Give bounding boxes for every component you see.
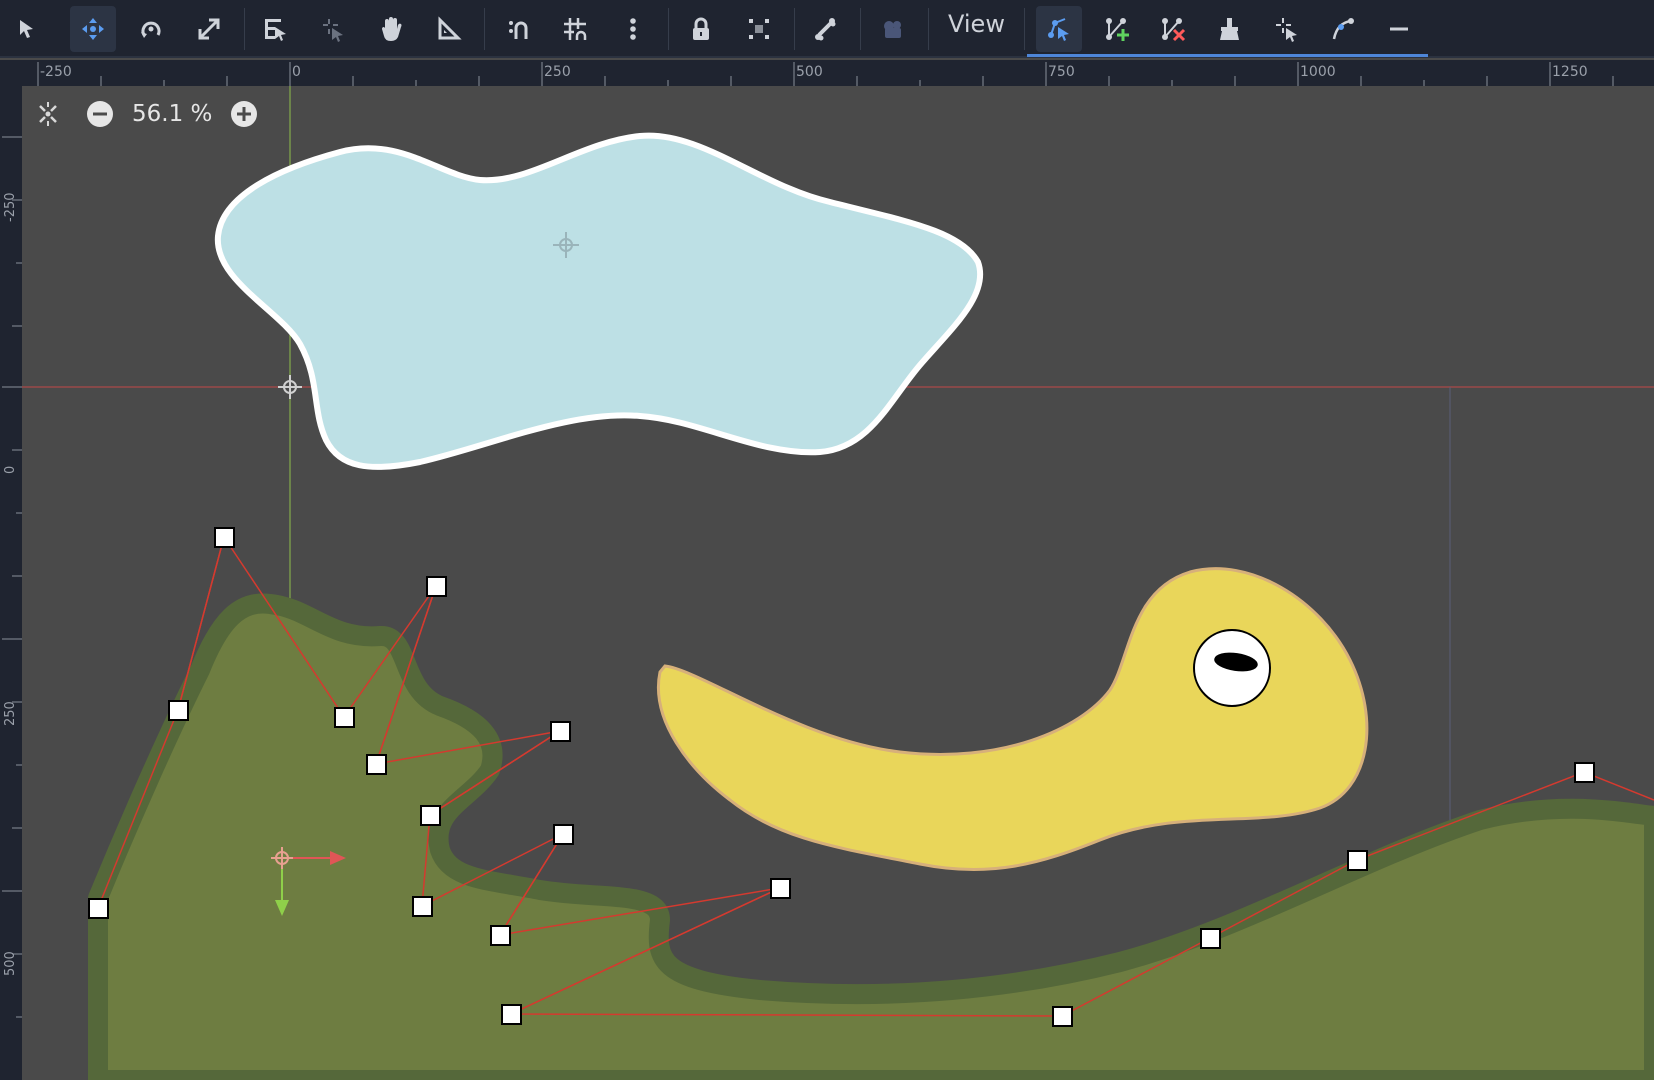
ruler-label: -250 xyxy=(3,192,18,222)
vertex-handle[interactable] xyxy=(88,898,109,919)
edit-ik-icon xyxy=(1220,18,1239,40)
create-points-icon xyxy=(1106,18,1129,41)
edit-ik-button[interactable] xyxy=(1206,6,1252,52)
center-view-icon xyxy=(39,102,57,126)
lock-button[interactable] xyxy=(678,6,724,52)
view-menu[interactable]: View xyxy=(948,10,1005,38)
select-icon xyxy=(20,20,33,38)
list-select-icon xyxy=(265,19,286,41)
curve-icon xyxy=(1332,18,1354,40)
editor-toolbar: View xyxy=(0,0,1654,58)
more-options-button[interactable] xyxy=(610,6,656,52)
ruler-label: 0 xyxy=(3,465,18,474)
horizontal-ruler[interactable]: -250 0 250 500 750 1000 1250 xyxy=(0,60,1654,86)
vertex-handle[interactable] xyxy=(426,576,447,597)
ruler-label: 750 xyxy=(1048,64,1075,80)
collapse-button[interactable] xyxy=(1376,6,1422,52)
scale-mode-button[interactable] xyxy=(186,6,232,52)
ruler-label: 500 xyxy=(796,64,823,80)
minus-icon xyxy=(1390,27,1408,31)
pan-icon xyxy=(382,17,402,41)
delete-points-icon xyxy=(1162,18,1186,42)
origin-pivot-icon[interactable] xyxy=(278,375,302,399)
select-points-icon xyxy=(1048,18,1069,41)
create-points-button[interactable] xyxy=(1094,6,1140,52)
select-point-button[interactable] xyxy=(1264,6,1310,52)
pivot-icon xyxy=(323,19,343,42)
vertical-ruler[interactable]: -250 0 250 500 xyxy=(0,86,22,1080)
move-icon xyxy=(82,18,104,40)
group-icon xyxy=(749,19,769,39)
ruler-label: 250 xyxy=(3,701,18,726)
ruler-label: 0 xyxy=(292,64,301,80)
scale-icon xyxy=(198,18,220,40)
vertex-handle[interactable] xyxy=(1574,762,1595,783)
lock-icon xyxy=(693,17,709,40)
select-mode-button[interactable] xyxy=(4,6,50,52)
viewport-canvas[interactable] xyxy=(22,86,1654,1080)
select-points-button[interactable] xyxy=(1036,6,1082,52)
vertex-handle[interactable] xyxy=(550,721,571,742)
ruler-label: -250 xyxy=(40,64,72,80)
ruler-label: 500 xyxy=(3,951,18,976)
zoom-reset-button[interactable] xyxy=(30,96,66,132)
list-select-button[interactable] xyxy=(252,6,298,52)
vertex-handle[interactable] xyxy=(214,527,235,548)
ruler-mode-button[interactable] xyxy=(426,6,472,52)
zoom-controls: 56.1 % xyxy=(30,96,262,132)
skeleton-button[interactable] xyxy=(802,6,848,52)
zoom-out-icon xyxy=(87,101,113,127)
pivot-mode-button[interactable] xyxy=(310,6,356,52)
zoom-in-button[interactable] xyxy=(226,96,262,132)
zoom-in-icon xyxy=(231,101,258,127)
camera-icon xyxy=(884,21,901,38)
ruler-label: 250 xyxy=(544,64,571,80)
more-icon xyxy=(630,18,636,40)
delete-points-button[interactable] xyxy=(1150,6,1196,52)
vertex-handle[interactable] xyxy=(1200,928,1221,949)
pan-mode-button[interactable] xyxy=(368,6,414,52)
vertex-handle[interactable] xyxy=(412,896,433,917)
zoom-level[interactable]: 56.1 % xyxy=(132,101,212,127)
water-polygon[interactable] xyxy=(214,132,983,470)
rotate-mode-button[interactable] xyxy=(128,6,174,52)
group-button[interactable] xyxy=(736,6,782,52)
vertex-handle[interactable] xyxy=(553,824,574,845)
vertex-handle[interactable] xyxy=(501,1004,522,1025)
skeleton-icon xyxy=(815,18,836,41)
rotate-icon xyxy=(141,21,161,38)
creature-polygon[interactable] xyxy=(657,567,1369,872)
ruler-icon xyxy=(438,16,462,40)
vertex-handle[interactable] xyxy=(770,878,791,899)
vertex-handle[interactable] xyxy=(1052,1006,1073,1027)
curve-button[interactable] xyxy=(1320,6,1366,52)
vertex-handle[interactable] xyxy=(334,707,355,728)
vertex-handle[interactable] xyxy=(420,805,441,826)
zoom-out-button[interactable] xyxy=(82,96,118,132)
smart-snap-icon xyxy=(509,21,528,39)
vertex-handle[interactable] xyxy=(490,925,511,946)
select-point-icon xyxy=(1276,18,1297,42)
smart-snap-button[interactable] xyxy=(496,6,542,52)
vertex-handle[interactable] xyxy=(168,700,189,721)
vertex-handle[interactable] xyxy=(1347,850,1368,871)
active-tool-underline xyxy=(1027,54,1428,57)
move-mode-button[interactable] xyxy=(70,6,116,52)
ruler-label: 1250 xyxy=(1552,64,1588,80)
grid-snap-button[interactable] xyxy=(552,6,598,52)
grid-snap-icon xyxy=(564,18,587,40)
vertex-handle[interactable] xyxy=(366,754,387,775)
camera-button[interactable] xyxy=(870,6,916,52)
ruler-label: 1000 xyxy=(1300,64,1336,80)
